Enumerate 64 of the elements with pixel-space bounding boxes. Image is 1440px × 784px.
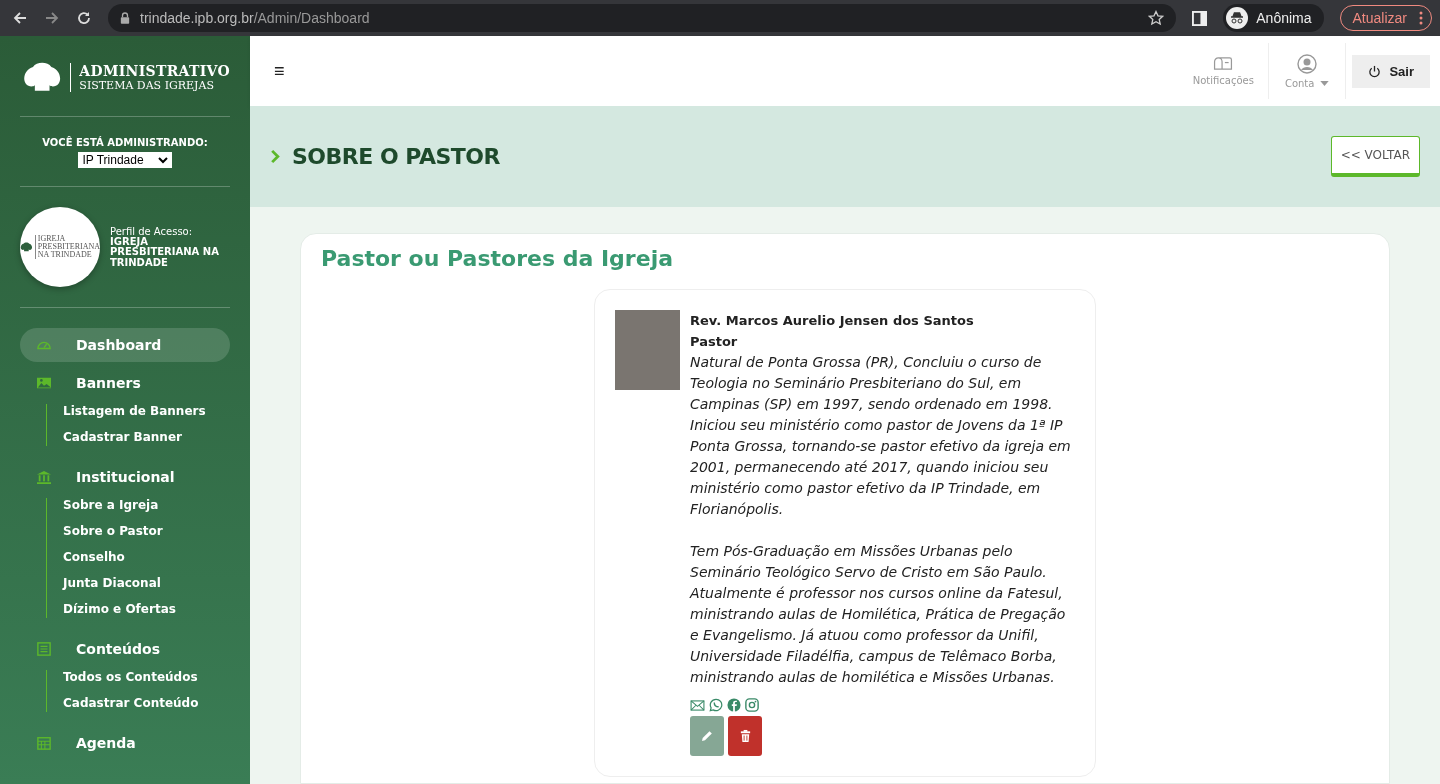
logout-button[interactable]: Sair — [1352, 54, 1430, 88]
pencil-icon — [700, 729, 714, 743]
account-button[interactable]: Conta — [1268, 43, 1347, 99]
nav-item[interactable]: Conteúdos — [20, 632, 230, 666]
profile-button[interactable]: Anônima — [1223, 4, 1324, 32]
bank-icon — [36, 470, 52, 484]
nav-subitem[interactable]: Junta Diaconal — [63, 576, 230, 590]
star-icon — [1148, 10, 1165, 26]
card-title: Pastor ou Pastores da Igreja — [321, 246, 675, 271]
forward-icon — [44, 10, 60, 26]
profile-name: IGREJA PRESBITERIANA NA TRINDADE — [110, 236, 220, 269]
avatar-text: PRESBITERIANA — [37, 243, 100, 251]
logo-subtitle: SISTEMA DAS IGREJAS — [79, 78, 215, 92]
logo-title: ADMINISTRATIVO — [79, 62, 230, 79]
nav-subitem[interactable]: Listagem de Banners — [63, 404, 230, 418]
nav-item[interactable]: Agenda — [20, 726, 230, 760]
page-title: SOBRE O PASTOR — [292, 144, 500, 169]
notifications-button[interactable]: Notificações — [1178, 43, 1269, 99]
nav-subitem[interactable]: Cadastrar Conteúdo — [63, 696, 230, 710]
bio-paragraph: Natural de Ponta Grossa (PR), Concluiu o curso de Teologia no Seminário Presbiteriano do Sul, em Campinas (SP) em 1997, sendo ordenado em 1998. Iniciou seu ministério como pastor de Jovens da 1ª IP Ponta Grossa, tornando-se pastor efetivo da igreja em 2001, permanecendo até 2017, quando iniciou seu ministério como pastor efetivo da IP Trindade, em Florianópolis. — [690, 353, 1072, 519]
calendar-icon — [36, 736, 52, 750]
power-icon — [1368, 64, 1382, 78]
image-icon — [36, 376, 52, 390]
pastor-role: Pastor — [690, 333, 739, 351]
lock-icon — [120, 12, 130, 24]
side-panel-icon — [1192, 10, 1208, 26]
instagram-icon — [745, 698, 759, 712]
tree-logo-icon — [20, 241, 33, 253]
chevron-down-icon — [157, 156, 168, 164]
list-icon — [36, 642, 52, 656]
mail-icon — [690, 699, 705, 711]
profile-label: Perfil de Acesso: — [110, 225, 194, 237]
back-button[interactable]: << VOLTAR — [1330, 136, 1420, 177]
caret-icon — [1320, 80, 1330, 86]
facebook-icon — [727, 698, 741, 712]
nav-item[interactable]: Banners — [20, 366, 230, 400]
incognito-icon — [1226, 7, 1249, 29]
whatsapp-icon — [709, 698, 723, 712]
back-icon — [12, 10, 28, 26]
mailbox-icon — [1213, 56, 1234, 71]
nav-subitem[interactable]: Sobre o Pastor — [63, 524, 230, 538]
nav-subitem[interactable]: Todos os Conteúdos — [63, 670, 230, 684]
bio-paragraph: Tem Pós-Graduação em Missões Urbanas pelo Seminário Teológico Servo de Cristo em São Paulo. Atualmente é professor nos cursos online da Fatesul, ministrando aulas de Homilética, Prática de Pregação e Evangelismo. Já atuou como professor da Unifil, Universidade Filadélfia, campus de Telêmaco Borba, ministrando aulas de homilética e Missões Urbanas. — [690, 542, 1067, 687]
menu-button[interactable]: ≡ — [274, 60, 285, 82]
nav-item[interactable]: Dashboard — [20, 328, 230, 362]
trash-icon — [738, 729, 752, 743]
delete-button[interactable] — [728, 716, 762, 756]
church-select[interactable]: IP Trindade — [78, 152, 172, 168]
url-text: trindade.ipb.org.br/Admin/Dashboard — [140, 10, 370, 26]
user-icon — [1297, 53, 1318, 74]
tree-logo-icon — [22, 60, 63, 94]
pastor-name: Rev. Marcos Aurelio Jensen dos Santos — [690, 312, 975, 330]
nav-subitem[interactable]: Cadastrar Banner — [63, 430, 230, 444]
nav-subitem[interactable]: Dízimo e Ofertas — [63, 602, 230, 616]
address-bar[interactable]: trindade.ipb.org.br/Admin/Dashboard — [108, 4, 1177, 32]
reload-icon — [76, 10, 92, 26]
nav-subitem[interactable]: Sobre a Igreja — [63, 498, 230, 512]
avatar-text: IGREJA — [37, 235, 67, 243]
admin-label: VOCÊ ESTÁ ADMINISTRANDO: — [42, 137, 208, 148]
nav-subitem[interactable]: Conselho — [63, 550, 230, 564]
avatar-text: NA TRINDADE — [37, 251, 93, 259]
chevron-right-icon — [270, 149, 280, 164]
more-icon — [1419, 11, 1423, 25]
nav-item[interactable]: Institucional — [20, 460, 230, 494]
